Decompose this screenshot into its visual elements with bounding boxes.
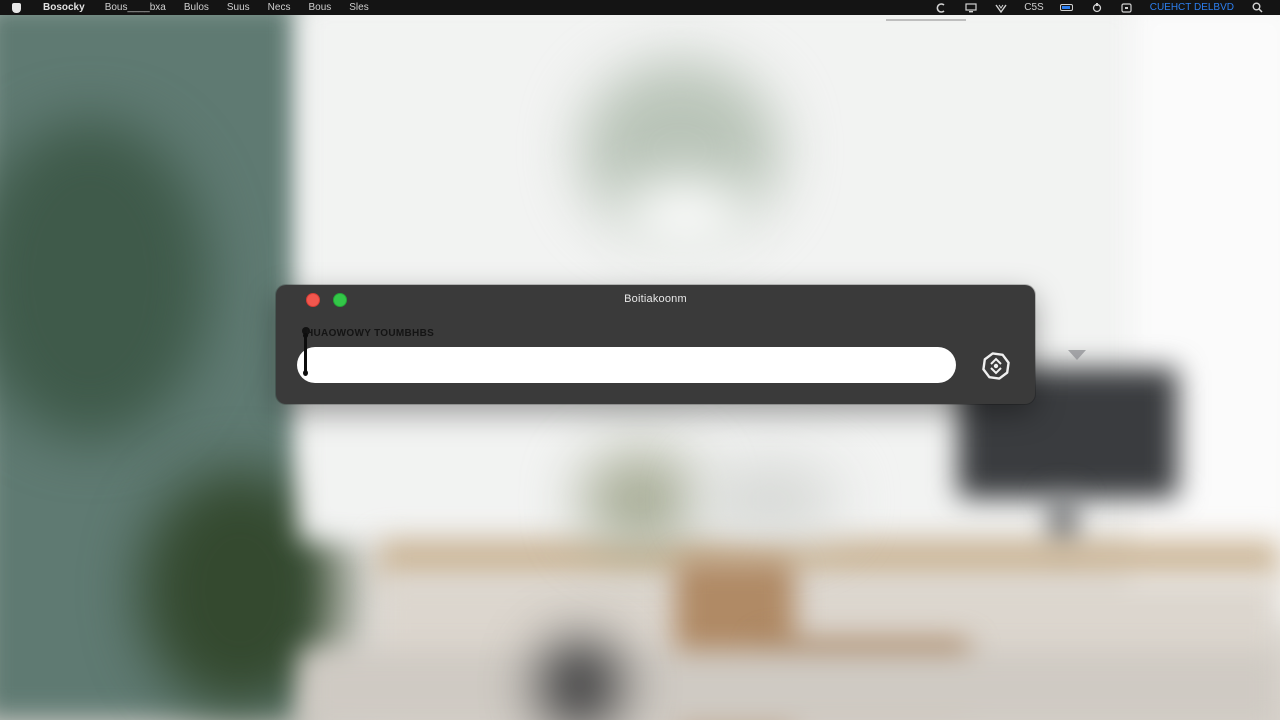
search-icon[interactable] (1250, 2, 1264, 13)
dialog-window: Boitiakoonm HUAOWOWY TOUMBHBS (276, 285, 1035, 404)
wallpaper-dark-object (540, 640, 620, 720)
menu-item-4[interactable]: Necs (268, 0, 291, 15)
battery-level (1060, 4, 1074, 11)
menu-bar-status: C5S CUEHCT DELBVD (918, 0, 1280, 15)
sync-icon[interactable] (1090, 2, 1104, 13)
cursor-cap-bottom (303, 370, 308, 376)
menu-item-1[interactable]: Bous____bxa (105, 0, 166, 15)
menu-item-6[interactable]: Sles (349, 0, 368, 15)
wallpaper-lamp (620, 180, 750, 250)
menu-item-2[interactable]: Bulos (184, 0, 209, 15)
wallpaper-desk (380, 540, 1280, 580)
menu-app-name[interactable]: Bosocky (43, 0, 85, 15)
wifi-icon[interactable] (994, 3, 1008, 13)
wallpaper-floor (300, 650, 1280, 720)
wallpaper-desk-plant (580, 450, 700, 550)
display-icon[interactable] (964, 2, 978, 13)
menu-item-5[interactable]: Bous (308, 0, 331, 15)
puzzle-link-icon (982, 352, 1010, 380)
text-cursor-icon (303, 333, 308, 376)
dialog-title: Boitiakoonm (624, 293, 687, 305)
control-center-icon[interactable] (934, 2, 948, 13)
apple-icon[interactable] (12, 2, 21, 13)
link-action-button[interactable] (977, 348, 1015, 384)
menu-item-3[interactable]: Suus (227, 0, 250, 15)
menu-bar-indicator (886, 19, 966, 21)
keyboard-icon[interactable] (1120, 2, 1134, 13)
battery-icon[interactable] (1060, 3, 1074, 13)
status-clock[interactable]: CUEHCT DELBVD (1150, 2, 1234, 13)
cursor-stem (304, 335, 307, 373)
menu-bar-left: Bosocky Bous____bxa Bulos Suus Necs Bous… (0, 0, 387, 15)
wallpaper-desk-items (700, 460, 840, 540)
field-label: HUAOWOWY TOUMBHBS (306, 328, 435, 339)
wallpaper-window (1130, 0, 1280, 620)
dropdown-arrow-icon (1068, 350, 1086, 360)
menu-bar: Bosocky Bous____bxa Bulos Suus Necs Bous… (0, 0, 1280, 15)
status-time-code[interactable]: C5S (1024, 2, 1043, 13)
search-input[interactable] (297, 347, 956, 383)
